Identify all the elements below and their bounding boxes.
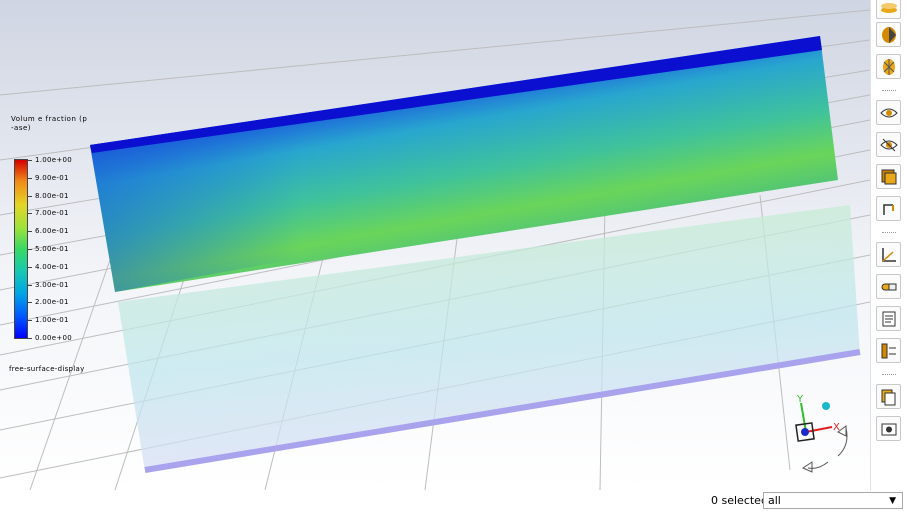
copy-button[interactable] (876, 384, 901, 409)
selection-filter-value: all (768, 494, 781, 507)
colorbar-icon (881, 283, 897, 291)
colorbar-tick-label: 3.00e-01 (35, 280, 69, 289)
colorbar-tick-mark (28, 160, 32, 161)
selection-filter-dropdown[interactable]: all ▼ (763, 492, 903, 509)
colorbar-tick-mark (28, 338, 32, 339)
axes-icon (882, 248, 896, 262)
colorbar-tick-mark (28, 231, 32, 233)
colorbar-tick-mark (28, 266, 32, 268)
colorbar-tick-mark (28, 195, 32, 197)
toolbar-separator (882, 374, 896, 375)
display-name: free-surface-display (9, 365, 85, 373)
copy-icon (881, 389, 896, 406)
snapshot-icon (881, 423, 897, 436)
legend-icon (881, 343, 896, 359)
colorbar-tick-label: 9.00e-01 (35, 173, 69, 182)
colorbar-tick-label: 1.00e-01 (35, 316, 69, 325)
view-top-icon (881, 3, 897, 13)
toolbar-separator (882, 232, 896, 233)
eye-icon (880, 108, 898, 118)
colorbar-tick-mark (28, 213, 32, 215)
colorbar-tick-mark (28, 177, 32, 179)
colorbar-tick-label: 6.00e-01 (35, 227, 69, 236)
status-bar: 0 selected all ▼ (0, 490, 906, 511)
graphics-toolbar (870, 0, 906, 490)
reset-view-icon (883, 204, 894, 215)
legend-title: Volum e fraction (p -ase) (11, 115, 88, 132)
view-iso-button[interactable] (876, 22, 901, 47)
snapshot-button[interactable] (876, 416, 901, 441)
colorbar-tick-label: 7.00e-01 (35, 209, 69, 218)
chevron-down-icon: ▼ (889, 496, 896, 506)
view-mesh-icon (883, 59, 895, 75)
colorbar-tick-label: 1.00e+00 (35, 156, 73, 164)
axes-button[interactable] (876, 242, 901, 267)
colorbar-tick-mark (28, 320, 32, 322)
colorbar-tick-label: 2.00e-01 (35, 298, 69, 307)
reset-view-button[interactable] (876, 196, 901, 221)
colorbar-tick-mark (28, 284, 32, 286)
graphics-viewport[interactable]: Y X Volum e fraction (p -ase) free-surfa… (0, 0, 870, 490)
colorbar (14, 159, 28, 339)
eye-hidden-icon (880, 138, 898, 152)
hide-button[interactable] (876, 132, 901, 157)
colorbar-tick-label: 8.00e-01 (35, 191, 69, 200)
notes-icon (882, 311, 896, 327)
legend-button[interactable] (876, 338, 901, 363)
notes-button[interactable] (876, 306, 901, 331)
colorbar-button[interactable] (876, 274, 901, 299)
front-view-icon (881, 169, 897, 185)
colorbar-tick-label: 5.00e-01 (35, 245, 69, 253)
selection-count: 0 selected (711, 494, 768, 507)
colorbar-tick-mark (28, 302, 32, 304)
show-button[interactable] (876, 100, 901, 125)
colorbar-tick-label: 4.00e-01 (35, 262, 69, 271)
view-iso-icon (882, 27, 896, 43)
view-top-button[interactable] (876, 0, 901, 19)
y-axis-label: Y (796, 394, 804, 405)
colorbar-tick-label: 0.00e+00 (35, 334, 73, 342)
toolbar-separator (882, 90, 896, 91)
colorbar-tick-mark (28, 249, 32, 250)
3d-scene[interactable]: Y X (0, 0, 870, 490)
front-view-button[interactable] (876, 164, 901, 189)
view-mesh-button[interactable] (876, 54, 901, 79)
orientation-triad: Y X (795, 394, 848, 473)
